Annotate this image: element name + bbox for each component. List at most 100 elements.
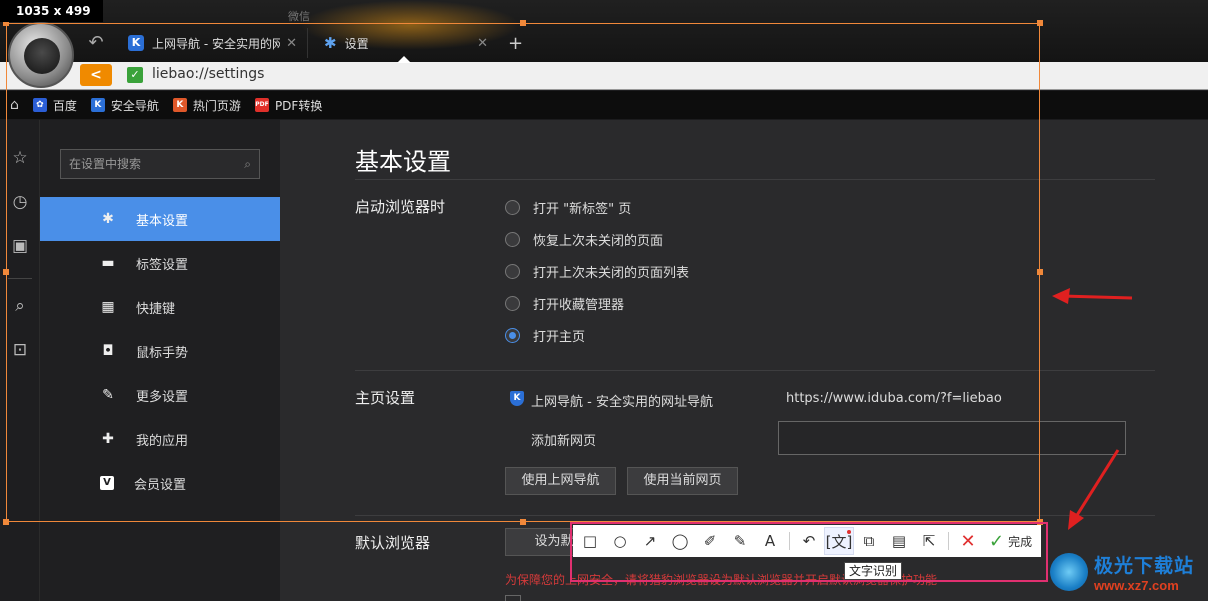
sidebar-item-mouse-gestures[interactable]: ◘ 鼠标手势	[40, 329, 280, 373]
clock-icon[interactable]: ◷	[8, 190, 32, 214]
keyboard-icon: ▦	[101, 299, 115, 315]
resize-handle[interactable]	[3, 269, 9, 275]
tab-icon: ▬	[101, 255, 115, 271]
use-nav-button[interactable]: 使用上网导航	[505, 467, 616, 495]
startup-option-new-tab[interactable]: 打开 "新标签" 页	[505, 198, 631, 217]
wechat-label: 微信	[288, 10, 310, 23]
close-tab-icon[interactable]: ✕	[286, 36, 297, 51]
pencil-icon[interactable]: ✎	[725, 527, 755, 555]
radio-label: 打开收藏管理器	[533, 298, 625, 313]
gear-icon: ✱	[102, 211, 114, 227]
radio-button[interactable]	[505, 296, 520, 311]
browser-logo[interactable]	[8, 22, 74, 88]
briefcase-icon[interactable]: ▣	[8, 234, 32, 258]
sidebar-item-more[interactable]: ✎ 更多设置	[40, 373, 280, 417]
watermark-url: www.xz7.com	[1094, 578, 1179, 593]
rail-divider	[8, 278, 32, 279]
undo-icon[interactable]: ↶	[794, 527, 824, 555]
startup-option-restore[interactable]: 恢复上次未关闭的页面	[505, 230, 663, 249]
brush-icon[interactable]: ✐	[695, 527, 725, 555]
radio-label: 打开上次未关闭的页面列表	[533, 266, 690, 281]
watermark-name: 极光下载站	[1094, 555, 1195, 577]
kingsoft-icon: K	[128, 35, 144, 51]
search-placeholder: 在设置中搜索	[69, 157, 142, 171]
startup-option-homepage[interactable]: 打开主页	[505, 326, 585, 345]
resize-handle[interactable]	[520, 20, 526, 26]
bookmark-games[interactable]: K 热门页游	[172, 97, 241, 114]
pdf-icon: PDF	[254, 98, 269, 112]
bookmark-safe-nav[interactable]: K 安全导航	[90, 97, 159, 114]
translate-icon[interactable]: ⧉	[854, 527, 884, 555]
done-button[interactable]: ✓ 完成	[989, 531, 1032, 552]
sidebar-item-shortcuts[interactable]: ▦ 快捷键	[40, 285, 280, 329]
sidebar-item-apps[interactable]: ✚ 我的应用	[40, 417, 280, 461]
sidebar-item-tabs[interactable]: ▬ 标签设置	[40, 241, 280, 285]
save-icon[interactable]: ▤	[884, 527, 914, 555]
checkbox[interactable]	[505, 595, 521, 601]
bookmark-label: 热门页游	[192, 98, 241, 113]
bookmark-label: PDF转换	[274, 98, 323, 113]
undo-close-tab-button[interactable]: ↶	[84, 32, 108, 54]
share-icon[interactable]: ⇱	[914, 527, 944, 555]
side-rail: ☆ ◷ ▣ ⌕ ⊡	[0, 120, 40, 601]
settings-search-input[interactable]: 在设置中搜索 ⌕	[60, 149, 260, 179]
gamepad-icon[interactable]: ⊡	[8, 338, 32, 362]
games-icon: K	[172, 98, 187, 112]
homepage-url: https://www.iduba.com/?f=liebao	[786, 391, 1002, 406]
rectangle-icon[interactable]: □	[575, 527, 605, 555]
tab-navigation[interactable]: K 上网导航 - 安全实用的网 ✕	[118, 28, 308, 58]
watermark-text: 极光下载站 www.xz7.com	[1094, 551, 1194, 593]
search-icon[interactable]: ⌕	[8, 294, 32, 318]
tab-label: 上网导航 - 安全实用的网	[152, 36, 281, 51]
secure-check-icon: ✓	[127, 67, 143, 83]
close-icon[interactable]: ✕	[953, 527, 983, 555]
resize-handle[interactable]	[1037, 269, 1043, 275]
arrow-icon[interactable]: ↗	[635, 527, 665, 555]
resize-handle[interactable]	[520, 519, 526, 525]
page-title: 基本设置	[355, 148, 451, 176]
close-tab-icon[interactable]: ✕	[477, 36, 488, 51]
ellipse-icon[interactable]: ○	[605, 527, 635, 555]
add-page-input[interactable]	[778, 421, 1126, 455]
startup-option-bookmarks[interactable]: 打开收藏管理器	[505, 294, 624, 313]
capture-toolbar: □ ○ ↗ ◯ ✐ ✎ A ↶ [文] ⧉ ▤ ⇱ ✕ ✓ 完成	[573, 525, 1041, 557]
radio-label: 打开主页	[533, 330, 586, 345]
divider	[355, 515, 1155, 516]
new-tab-button[interactable]: +	[508, 33, 523, 54]
kingsoft-icon: K	[90, 98, 105, 112]
radio-button[interactable]	[505, 200, 520, 215]
baidu-icon: ✿	[32, 98, 47, 112]
radio-button[interactable]	[505, 232, 520, 247]
speech-bubble-icon[interactable]: ◯	[665, 527, 695, 555]
ocr-icon[interactable]: [文]	[824, 527, 854, 555]
new-badge	[847, 530, 851, 534]
back-button[interactable]: <	[80, 64, 112, 86]
add-page-label: 添加新网页	[531, 434, 597, 449]
toolbar-divider	[948, 532, 949, 550]
home-icon[interactable]: ⌂	[10, 97, 19, 113]
star-icon[interactable]: ☆	[8, 146, 32, 170]
search-icon: ⌕	[244, 157, 251, 171]
sidebar-item-label: 会员设置	[134, 477, 187, 493]
bookmark-baidu[interactable]: ✿ 百度	[32, 97, 77, 114]
url-input[interactable]: liebao://settings	[152, 66, 264, 82]
homepage-name: 上网导航 - 安全实用的网址导航	[531, 395, 713, 410]
text-icon[interactable]: A	[755, 527, 785, 555]
tab-settings[interactable]: ✱ 设置 ✕	[314, 28, 498, 58]
resize-handle[interactable]	[1037, 20, 1043, 26]
resize-handle[interactable]	[3, 519, 9, 525]
radio-label: 恢复上次未关闭的页面	[533, 234, 664, 249]
use-current-page-button[interactable]: 使用当前网页	[627, 467, 738, 495]
sidebar-item-label: 鼠标手势	[136, 345, 189, 361]
sidebar-item-label: 更多设置	[136, 389, 189, 405]
radio-button[interactable]	[505, 264, 520, 279]
radio-button-selected[interactable]	[505, 328, 520, 343]
divider	[355, 370, 1155, 371]
sidebar-item-basic[interactable]: ✱ 基本设置	[40, 197, 280, 241]
sidebar-item-label: 我的应用	[136, 433, 189, 449]
startup-option-page-list[interactable]: 打开上次未关闭的页面列表	[505, 262, 689, 281]
sidebar-item-vip[interactable]: V 会员设置	[40, 461, 280, 505]
wrench-icon: ✎	[102, 387, 114, 403]
bookmark-bar: ⌂ ✿ 百度 K 安全导航 K 热门页游 PDF PDF转换	[0, 91, 1208, 119]
bookmark-pdf[interactable]: PDF PDF转换	[254, 97, 323, 114]
